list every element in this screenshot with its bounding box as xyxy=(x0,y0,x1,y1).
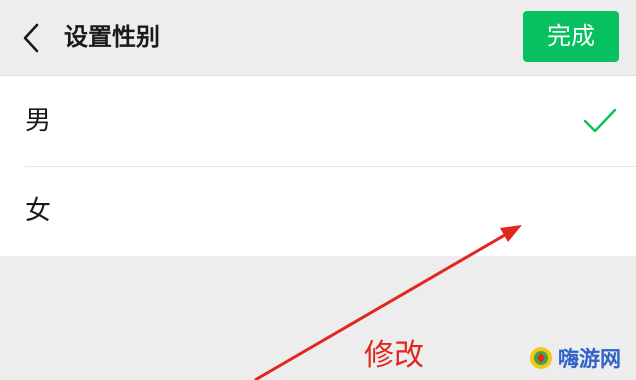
checkmark-icon xyxy=(583,108,617,133)
watermark-logo-icon xyxy=(530,347,552,369)
page-title: 设置性别 xyxy=(64,23,160,51)
watermark: 嗨游网 xyxy=(528,340,621,376)
gender-option-list: 男 女 xyxy=(0,76,636,256)
gender-option-female[interactable]: 女 xyxy=(0,166,636,256)
option-label: 男 xyxy=(25,106,52,136)
chevron-left-icon xyxy=(23,23,39,53)
option-label: 女 xyxy=(25,196,52,226)
back-button[interactable] xyxy=(14,18,48,58)
annotation-text: 修改 xyxy=(364,338,424,373)
set-gender-screen: 设置性别 完成 男 女 修改 嗨游网 xyxy=(0,0,636,380)
gender-option-male[interactable]: 男 xyxy=(0,76,636,167)
done-button[interactable]: 完成 xyxy=(523,11,619,62)
watermark-text: 嗨游网 xyxy=(558,347,621,371)
navigation-bar: 设置性别 完成 xyxy=(0,0,636,76)
